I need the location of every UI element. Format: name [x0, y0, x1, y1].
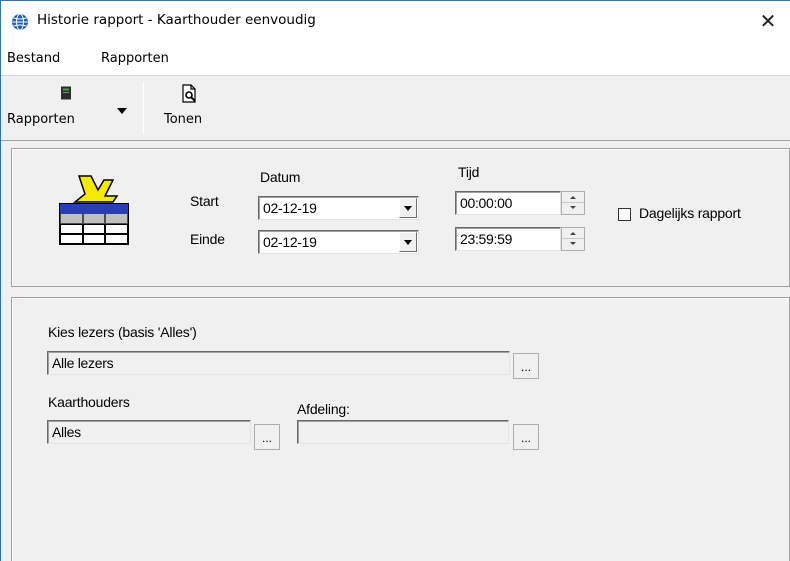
start-date-value: 02-12-19 [263, 200, 317, 216]
toolbar-separator [143, 82, 144, 134]
menu-rapporten[interactable]: Rapporten [101, 51, 169, 66]
end-label: Einde [190, 231, 225, 247]
window-title: Historie rapport - Kaarthouder eenvoudig [37, 12, 316, 28]
start-time-field[interactable]: 00:00:00 [455, 191, 561, 215]
menu-bestand[interactable]: Bestand [7, 51, 60, 66]
show-button-label: Tonen [164, 112, 203, 127]
department-label: Afdeling: [297, 401, 350, 417]
department-browse-button[interactable]: ... [513, 424, 539, 450]
readers-browse-button[interactable]: ... [513, 353, 539, 379]
selection-panel: Kies lezers (basis 'Alles') Alle lezers … [11, 297, 790, 561]
cardholders-value: Alles [52, 424, 81, 440]
start-date-dropdown-button[interactable] [399, 198, 417, 218]
book-icon [61, 86, 71, 100]
menu-bar: Bestand Rapporten [1, 41, 790, 75]
toolbar: Rapporten Tonen [1, 75, 790, 141]
globe-icon [12, 13, 28, 31]
close-icon: ✕ [759, 9, 777, 33]
daily-report-label: Dagelijks rapport [639, 205, 741, 221]
readers-value: Alle lezers [52, 355, 114, 371]
show-button[interactable]: Tonen [164, 80, 224, 136]
end-time-up-arrow[interactable] [562, 228, 584, 239]
start-date-combo[interactable]: 02-12-19 [258, 196, 419, 220]
readers-field: Alle lezers [47, 351, 510, 375]
end-time-value: 23:59:59 [460, 231, 513, 247]
cardholders-browse-button[interactable]: ... [254, 424, 280, 450]
readers-label: Kies lezers (basis 'Alles') [48, 324, 197, 340]
start-time-down-arrow[interactable] [562, 203, 584, 214]
start-time-up-arrow[interactable] [562, 192, 584, 203]
end-date-value: 02-12-19 [263, 234, 317, 250]
reports-button-label: Rapporten [7, 112, 75, 127]
end-time-spinner[interactable] [561, 227, 585, 251]
close-button[interactable]: ✕ [748, 1, 788, 41]
end-date-combo[interactable]: 02-12-19 [258, 230, 419, 254]
chevron-down-icon [117, 108, 127, 114]
daily-report-checkbox[interactable] [618, 208, 631, 221]
end-time-down-arrow[interactable] [562, 239, 584, 250]
end-date-dropdown-button[interactable] [399, 232, 417, 252]
cardholders-browse-label: ... [261, 431, 272, 445]
cardholders-field: Alles [47, 420, 251, 444]
time-header: Tijd [458, 164, 480, 180]
start-time-spinner[interactable] [561, 191, 585, 215]
reports-dropdown-button[interactable]: Rapporten [7, 80, 131, 136]
report-window: Historie rapport - Kaarthouder eenvoudig… [0, 0, 790, 561]
department-field [297, 420, 509, 444]
date-header: Datum [260, 169, 301, 185]
period-panel: Datum Tijd Start Einde 02-12-19 02-12-19… [11, 148, 790, 287]
title-bar: Historie rapport - Kaarthouder eenvoudig… [1, 1, 790, 41]
preview-icon [182, 84, 196, 103]
cardholders-label: Kaarthouders [48, 394, 130, 410]
readers-browse-label: ... [520, 360, 531, 374]
department-browse-label: ... [520, 431, 531, 445]
start-time-value: 00:00:00 [460, 195, 513, 211]
end-time-field[interactable]: 23:59:59 [455, 227, 561, 251]
report-table-icon [59, 175, 129, 245]
start-label: Start [190, 193, 219, 209]
